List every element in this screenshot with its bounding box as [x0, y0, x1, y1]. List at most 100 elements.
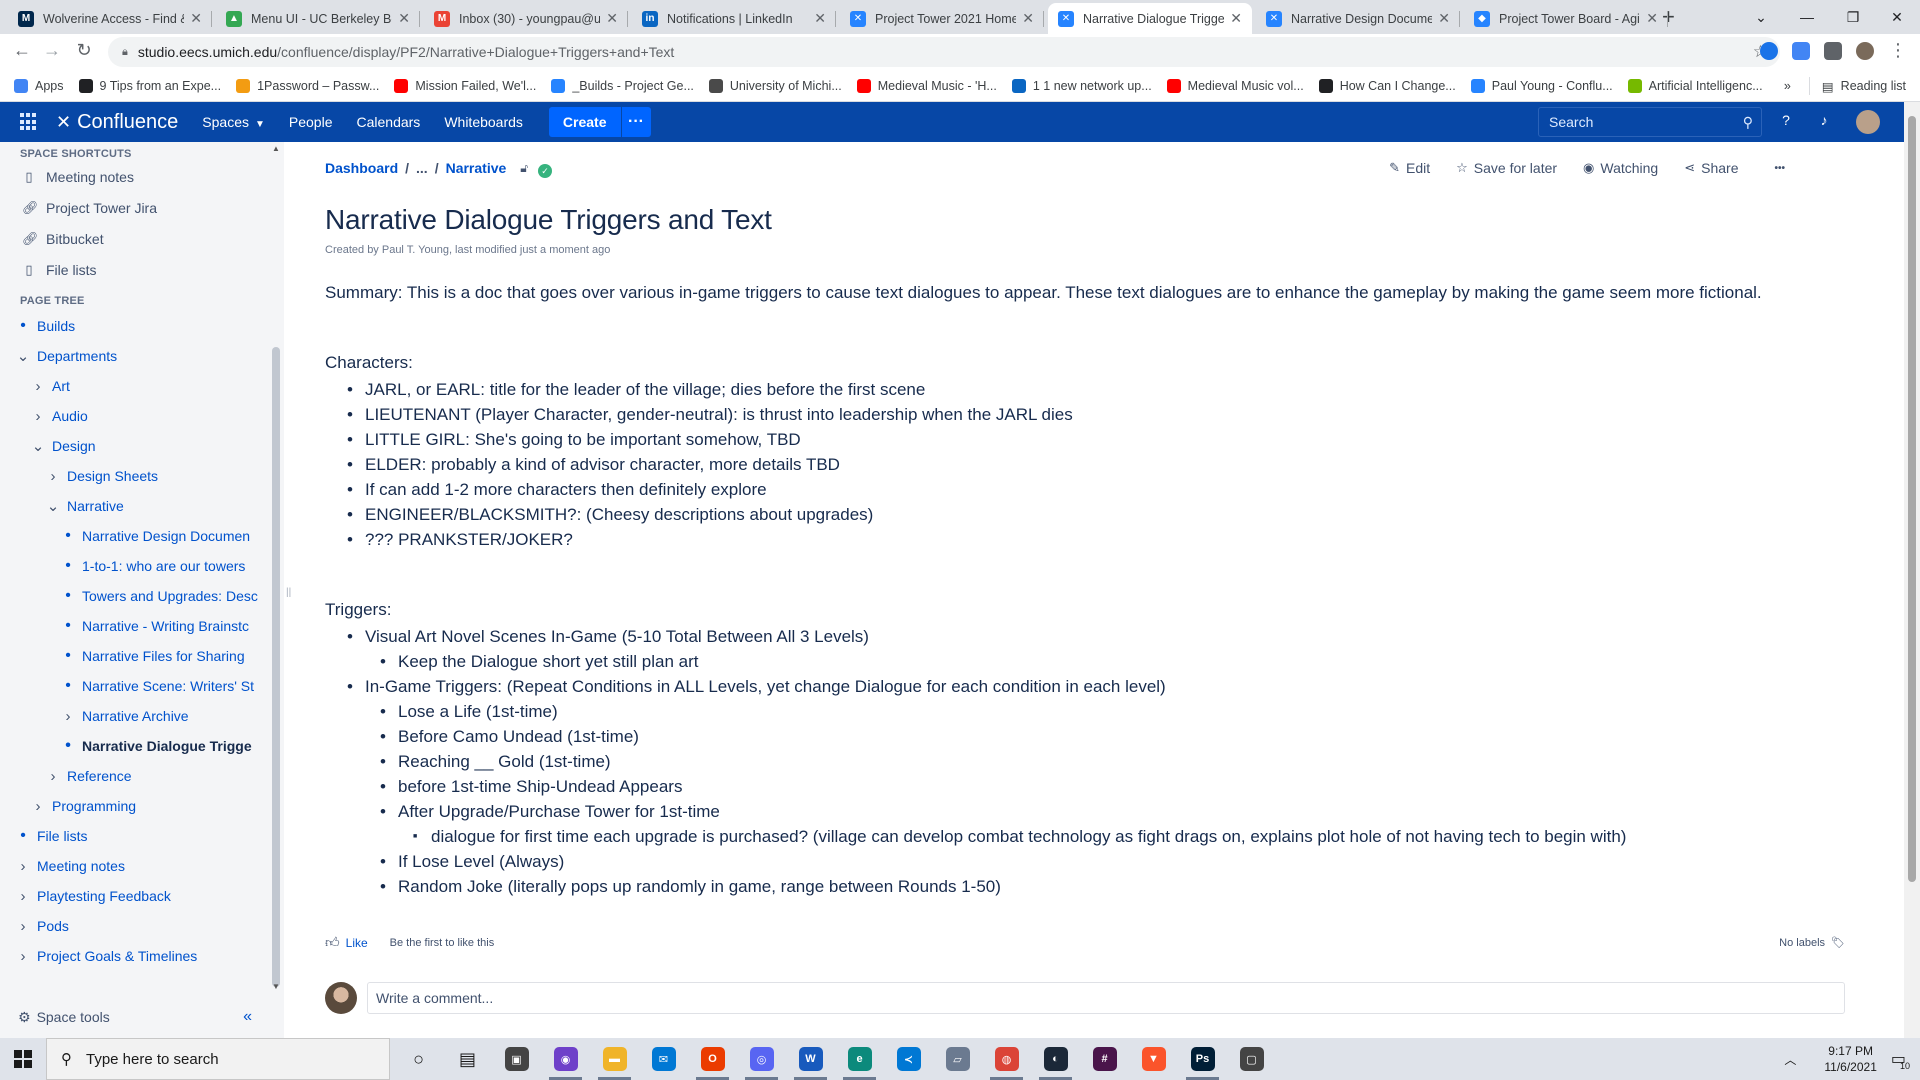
help-icon[interactable]: ? [1776, 112, 1796, 132]
collapse-sidebar-icon[interactable]: « [243, 1008, 252, 1026]
page-scrollbar[interactable] [1904, 102, 1920, 1038]
nav-calendars[interactable]: Calendars [356, 114, 420, 130]
user-avatar[interactable] [1856, 110, 1880, 134]
taskbar-app[interactable]: ▣ [492, 1038, 541, 1080]
taskbar-app[interactable]: ≺ [884, 1038, 933, 1080]
taskbar-app[interactable]: # [1080, 1038, 1129, 1080]
restore-button[interactable]: ❐ [1830, 0, 1876, 34]
start-button[interactable] [0, 1038, 46, 1080]
tree-item[interactable]: › Art [0, 371, 284, 401]
reading-list-link[interactable]: Reading list [1841, 79, 1906, 93]
back-icon[interactable]: ← [10, 40, 34, 61]
taskbar-app[interactable]: ▤ [443, 1038, 492, 1080]
confluence-logo[interactable]: ✕ Confluence [56, 111, 178, 134]
tree-item[interactable]: › Narrative Archive [0, 701, 284, 731]
tree-item[interactable]: • Narrative Design Documen [0, 521, 284, 551]
taskbar-app[interactable]: O [688, 1038, 737, 1080]
taskbar-app[interactable]: ▼ [1129, 1038, 1178, 1080]
taskbar-app[interactable]: e [835, 1038, 884, 1080]
browser-menu-icon[interactable]: ⋮ [1886, 40, 1910, 61]
chevron-right-icon[interactable]: › [16, 948, 30, 965]
nav-spaces[interactable]: Spaces ▼ [202, 114, 265, 130]
restrictions-lock-icon[interactable]: 🔓︎ [520, 161, 528, 176]
sidebar-scrollbar[interactable]: ▲ ▼ [270, 142, 280, 991]
taskbar-app[interactable]: ◐ [1031, 1038, 1080, 1080]
chevron-right-icon[interactable]: › [61, 708, 75, 725]
close-tab-icon[interactable]: ✕ [1438, 10, 1450, 27]
tree-item[interactable]: ⌄ Narrative [0, 491, 284, 521]
chevron-down-icon[interactable]: ⌄ [46, 497, 60, 515]
taskbar-search-input[interactable]: ⚲ Type here to search [46, 1038, 390, 1080]
show-hidden-icons-icon[interactable]: ︿ [1784, 1051, 1796, 1068]
browser-tab[interactable]: ✕ Narrative Design Docume ✕ [1256, 3, 1460, 34]
sidebar-resize-handle[interactable]: || [286, 587, 291, 598]
taskbar-app[interactable]: W [786, 1038, 835, 1080]
nav-whiteboards[interactable]: Whiteboards [444, 114, 523, 130]
save-for-later-button[interactable]: ☆ Save for later [1456, 160, 1557, 176]
taskbar-app[interactable]: ▢ [1227, 1038, 1276, 1080]
sidebar-scroll-thumb[interactable] [272, 347, 280, 987]
tree-item[interactable]: › Meeting notes [0, 851, 284, 881]
extensions-puzzle-icon[interactable] [1824, 42, 1842, 60]
bookmark-item[interactable]: 1 1 new network up... [1011, 78, 1152, 93]
taskbar-app[interactable]: ◎ [737, 1038, 786, 1080]
bookmark-item[interactable]: _Builds - Project Ge... [551, 78, 694, 93]
tree-item[interactable]: • 1-to-1: who are our towers [0, 551, 284, 581]
search-input[interactable]: Search ⚲ [1538, 107, 1762, 137]
edit-button[interactable]: ✎ Edit [1389, 160, 1430, 176]
bookmark-item[interactable]: 1Password – Passw... [236, 78, 379, 93]
bookmark-item[interactable]: Medieval Music vol... [1166, 78, 1304, 93]
tab-search-icon[interactable]: ⌄ [1738, 0, 1784, 34]
tree-item[interactable]: • Narrative Files for Sharing [0, 641, 284, 671]
breadcrumb-dashboard[interactable]: Dashboard [325, 160, 398, 176]
labels-indicator[interactable]: No labels 🏷︎ [1779, 936, 1845, 950]
chevron-right-icon[interactable]: › [16, 918, 30, 935]
bookmark-item[interactable]: Apps [14, 78, 64, 93]
create-more-button[interactable]: ··· [620, 107, 651, 137]
chevron-down-icon[interactable]: ⌄ [31, 437, 45, 455]
close-tab-icon[interactable]: ✕ [814, 10, 826, 27]
reload-icon[interactable]: ↻ [72, 40, 96, 61]
close-tab-icon[interactable]: ✕ [1230, 10, 1242, 27]
taskbar-app[interactable]: Ps [1178, 1038, 1227, 1080]
tree-item[interactable]: ⌄ Design [0, 431, 284, 461]
bookmark-item[interactable]: Mission Failed, We'l... [394, 78, 536, 93]
shortcut-item[interactable]: ▯ File lists [0, 254, 284, 285]
chevron-right-icon[interactable]: › [46, 768, 60, 785]
shortcut-item[interactable]: 🔗︎ Bitbucket [0, 223, 284, 254]
chevron-right-icon[interactable]: › [46, 468, 60, 485]
bookmark-item[interactable]: Medieval Music - 'H... [856, 78, 997, 93]
tree-item[interactable]: › Project Goals & Timelines [0, 941, 284, 971]
watching-button[interactable]: ◉ Watching [1583, 160, 1658, 176]
close-tab-icon[interactable]: ✕ [606, 10, 618, 27]
create-button[interactable]: Create [548, 107, 621, 137]
breadcrumb-narrative[interactable]: Narrative [446, 160, 507, 176]
extension-icon[interactable] [1792, 42, 1810, 60]
tree-item[interactable]: • Narrative - Writing Brainstc [0, 611, 284, 641]
notifications-icon[interactable]: ♪ [1814, 112, 1834, 132]
more-bookmarks-icon[interactable]: » [1784, 79, 1791, 93]
tree-item[interactable]: › Programming [0, 791, 284, 821]
chevron-right-icon[interactable]: › [31, 408, 45, 425]
minimize-button[interactable]: — [1784, 0, 1830, 34]
bookmark-item[interactable]: 9 Tips from an Expe... [78, 78, 221, 93]
taskbar-app[interactable]: ◍ [982, 1038, 1031, 1080]
breadcrumb-ellipsis[interactable]: ... [416, 160, 428, 176]
chevron-right-icon[interactable]: › [16, 858, 30, 875]
close-tab-icon[interactable]: ✕ [1022, 10, 1034, 27]
tree-item[interactable]: • File lists [0, 821, 284, 851]
forward-icon[interactable]: → [40, 40, 64, 61]
tree-item[interactable]: › Pods [0, 911, 284, 941]
tree-item[interactable]: ⌄ Departments [0, 341, 284, 371]
chevron-right-icon[interactable]: › [16, 888, 30, 905]
tree-item[interactable]: › Audio [0, 401, 284, 431]
taskbar-app[interactable]: ▬ [590, 1038, 639, 1080]
tree-item[interactable]: › Reference [0, 761, 284, 791]
nav-people[interactable]: People [289, 114, 333, 130]
tree-item[interactable]: › Design Sheets [0, 461, 284, 491]
bookmark-item[interactable]: University of Michi... [708, 78, 842, 93]
browser-tab[interactable]: ✕ Narrative Dialogue Trigge ✕ [1048, 3, 1252, 34]
address-bar[interactable]: 🔒︎ studio.eecs.umich.edu /confluence/dis… [108, 37, 1780, 67]
tree-item[interactable]: • Narrative Scene: Writers' St [0, 671, 284, 701]
tree-item[interactable]: › Playtesting Feedback [0, 881, 284, 911]
